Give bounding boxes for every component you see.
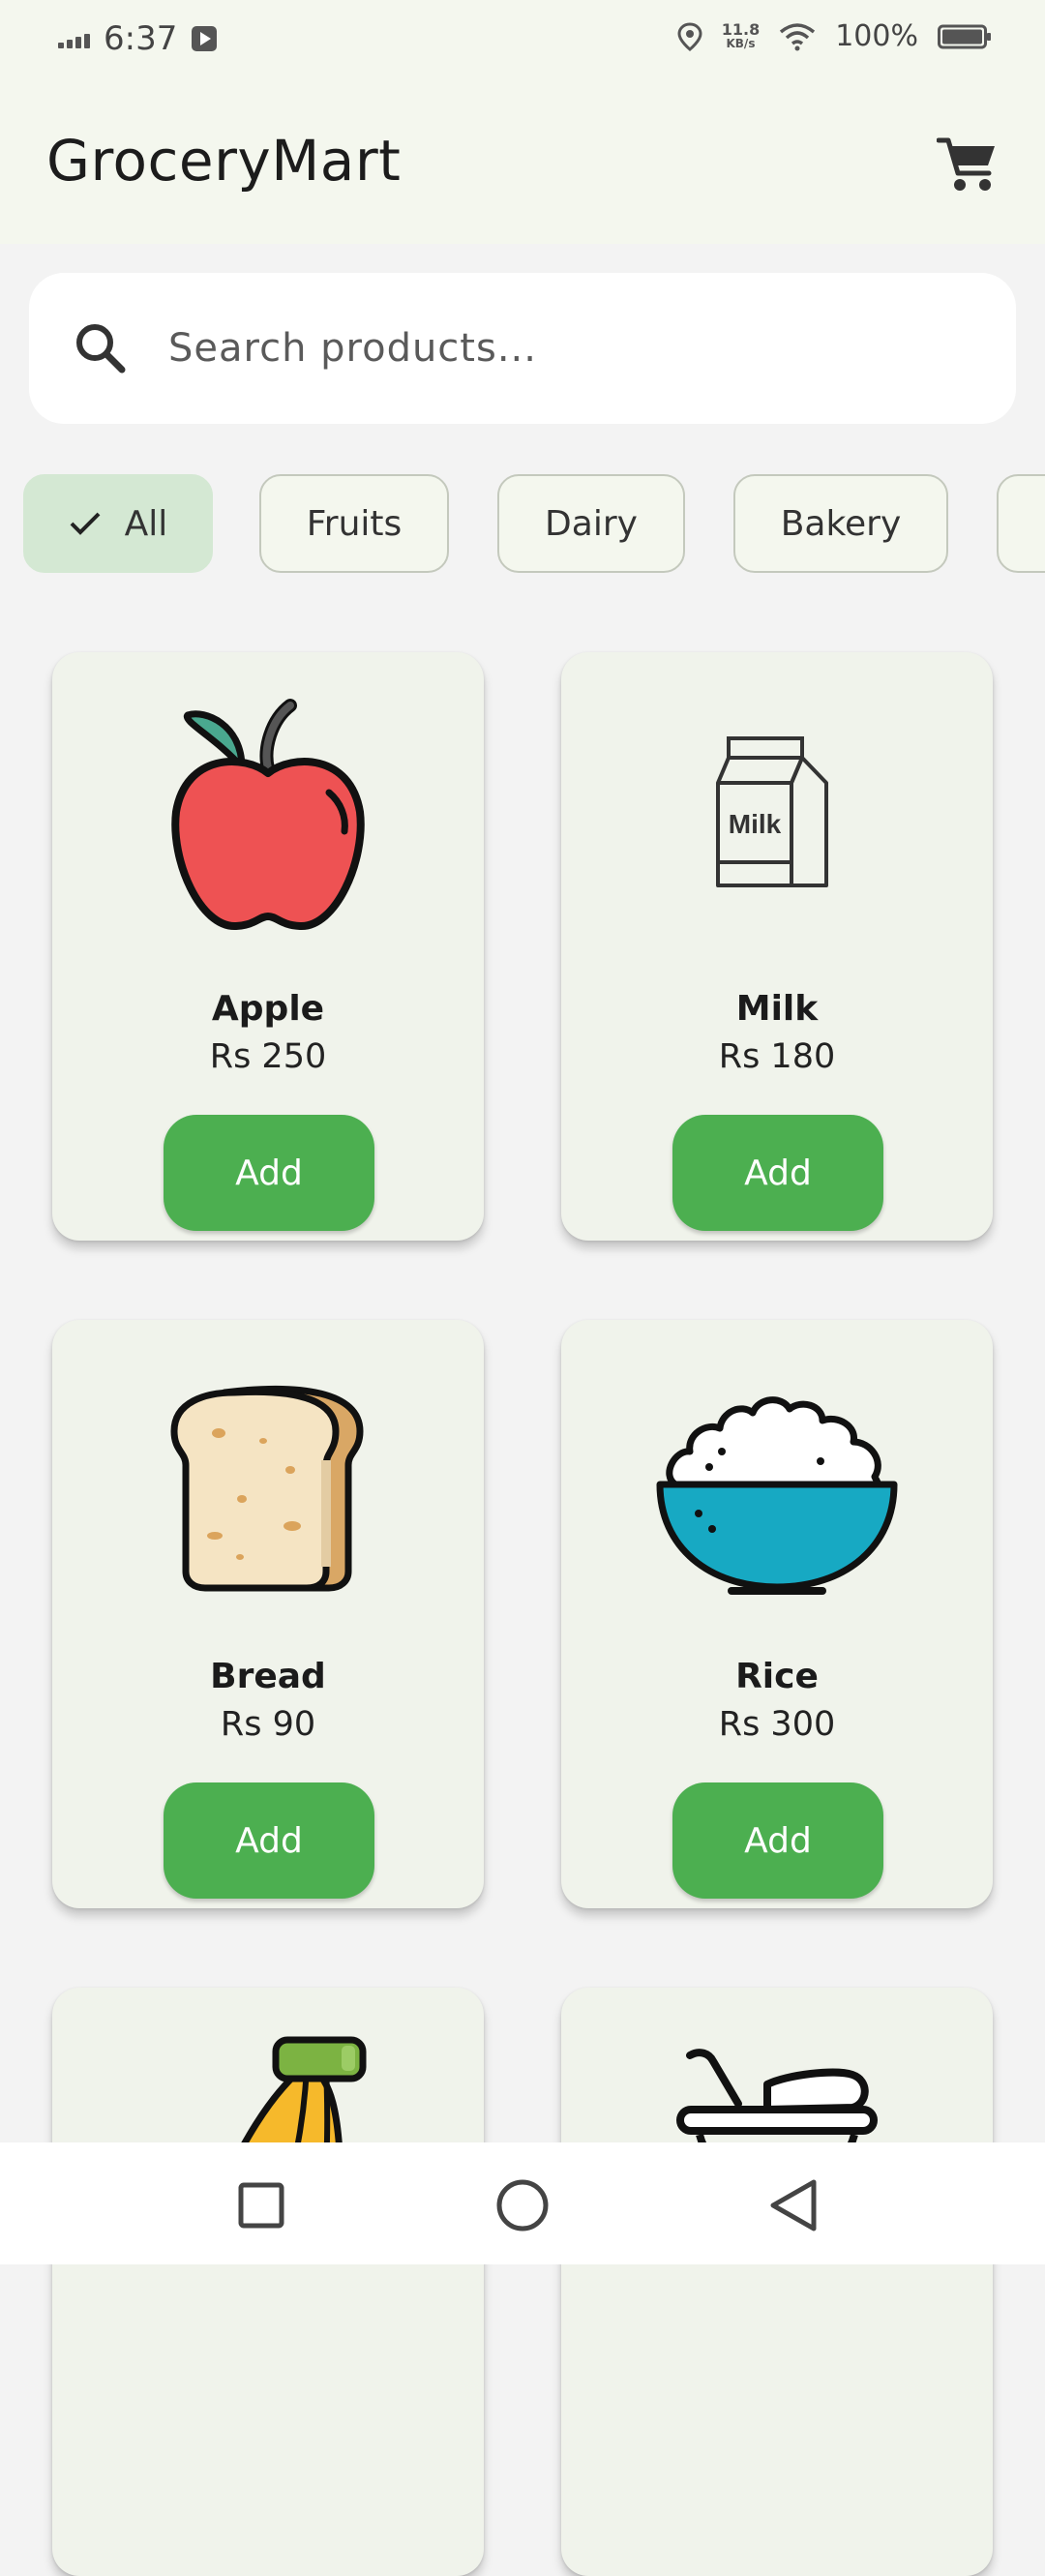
network-speed-value: 11.8 (721, 19, 761, 39)
square-recents-icon (238, 2182, 284, 2229)
triangle-back-icon (770, 2179, 817, 2232)
product-card-milk[interactable]: Milk Milk Rs 180 Add (561, 652, 993, 1241)
location-icon (677, 21, 702, 51)
network-speed: 11.8 KB/s (721, 19, 761, 50)
product-card-rice[interactable]: Rice Rs 300 Add (561, 1320, 993, 1908)
search-icon (76, 324, 126, 374)
battery-icon (938, 24, 991, 48)
add-button[interactable]: Add (164, 1115, 374, 1231)
search-bar[interactable]: Search products... (29, 273, 1016, 424)
bread-icon (170, 1385, 364, 1592)
home-button[interactable] (489, 2172, 556, 2239)
battery-percent: 100% (835, 19, 918, 53)
chip-all[interactable]: All (23, 474, 213, 573)
app-bar: GroceryMart (0, 87, 1045, 244)
chip-fruits[interactable]: Fruits (259, 474, 449, 573)
add-button[interactable]: Add (672, 1782, 883, 1899)
check-icon (69, 511, 102, 536)
add-button[interactable]: Add (672, 1115, 883, 1231)
product-card-apple[interactable]: Apple Rs 250 Add (52, 652, 484, 1241)
product-price: Rs 300 (718, 1705, 836, 1744)
signal-icon (58, 29, 90, 48)
product-price: Rs 180 (718, 1037, 836, 1076)
recents-button[interactable] (227, 2172, 295, 2239)
chip-dairy[interactable]: Dairy (497, 474, 685, 573)
product-price: Rs 90 (220, 1705, 316, 1744)
milk-carton-label: Milk (729, 809, 782, 839)
product-name: Bread (210, 1657, 326, 1696)
shopping-cart-icon (937, 137, 995, 191)
circle-home-icon (496, 2179, 549, 2232)
network-speed-unit: KB/s (726, 36, 756, 50)
product-card-banana[interactable] (52, 1988, 484, 2576)
rice-bowl-icon (656, 1396, 898, 1595)
product-card-bread[interactable]: Bread Rs 90 Add (52, 1320, 484, 1908)
system-navigation-bar (0, 2142, 1045, 2264)
back-button[interactable] (760, 2172, 827, 2239)
category-chips: All Fruits Dairy Bakery (0, 474, 1045, 577)
app-title: GroceryMart (46, 128, 402, 194)
play-notification-icon (192, 26, 218, 51)
chip-dairy-label: Dairy (545, 503, 638, 544)
milk-carton-icon: Milk (716, 736, 828, 887)
status-bar: 6:37 11.8 KB/s 100% (0, 0, 1045, 87)
chip-fruits-label: Fruits (306, 503, 403, 544)
product-name: Rice (735, 1657, 819, 1696)
cart-button[interactable] (929, 126, 1006, 203)
search-input[interactable]: Search products... (168, 326, 537, 371)
chip-partial[interactable] (997, 474, 1045, 573)
status-time: 6:37 (104, 19, 178, 58)
wifi-icon (780, 22, 816, 50)
product-name: Milk (735, 989, 819, 1029)
chip-all-label: All (124, 503, 168, 544)
product-card-cereal[interactable] (561, 1988, 993, 2576)
add-button[interactable]: Add (164, 1782, 374, 1899)
product-name: Apple (211, 989, 325, 1029)
chip-bakery[interactable]: Bakery (733, 474, 948, 573)
product-price: Rs 250 (209, 1037, 327, 1076)
apple-icon (171, 699, 365, 931)
chip-bakery-label: Bakery (780, 503, 902, 544)
